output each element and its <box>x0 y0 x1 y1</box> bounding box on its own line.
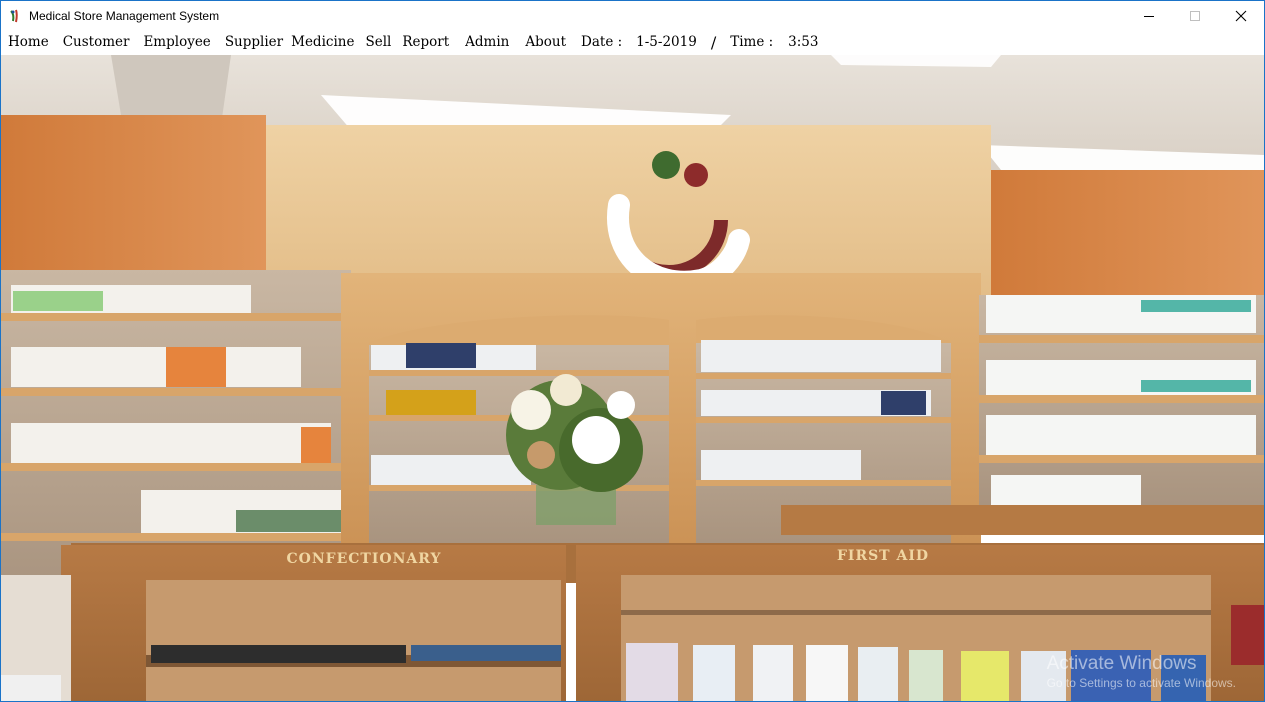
activate-windows-subtitle: Go to Settings to activate Windows. <box>1046 676 1236 690</box>
menu-supplier[interactable]: Supplier <box>218 30 287 55</box>
maximize-button[interactable] <box>1172 1 1218 30</box>
minimize-icon <box>1144 15 1154 17</box>
date-value: 1-5-2019 <box>636 34 697 50</box>
pharmacy-store-photo: CONFECTIONARY FIRST AID <box>1 55 1264 701</box>
date-label: Date : <box>581 34 623 50</box>
menu-home[interactable]: Home <box>1 30 56 55</box>
app-logo-icon <box>7 8 23 24</box>
maximize-icon <box>1190 10 1200 21</box>
menu-about[interactable]: About <box>518 30 575 55</box>
title-bar: Medical Store Management System <box>1 1 1264 30</box>
app-window: Medical Store Management System Home Cus… <box>0 0 1265 702</box>
menu-bar: Home Customer Employee Supplier Medicine… <box>1 30 1264 55</box>
window-controls <box>1126 1 1264 30</box>
sign-first-aid: FIRST AID <box>837 548 929 564</box>
close-button[interactable] <box>1218 1 1264 30</box>
close-icon <box>1235 10 1247 21</box>
menu-medicine[interactable]: Medicine <box>287 30 360 55</box>
date-time-separator: / <box>710 33 717 52</box>
activate-windows-watermark: Activate Windows Go to Settings to activ… <box>1047 653 1236 691</box>
time-value: 3:53 <box>788 34 819 50</box>
background-image: CONFECTIONARY FIRST AID Activate Windows… <box>1 55 1264 701</box>
menu-admin[interactable]: Admin <box>458 30 518 55</box>
activate-windows-title: Activate Windows <box>1046 653 1197 674</box>
menu-customer[interactable]: Customer <box>56 30 137 55</box>
menu-sell[interactable]: Sell <box>360 30 397 55</box>
window-title: Medical Store Management System <box>29 8 220 23</box>
menu-report[interactable]: Report <box>397 30 458 55</box>
sign-confectionary: CONFECTIONARY <box>287 551 442 567</box>
time-label: Time : <box>730 34 774 50</box>
menu-employee[interactable]: Employee <box>136 30 217 55</box>
minimize-button[interactable] <box>1126 1 1172 30</box>
